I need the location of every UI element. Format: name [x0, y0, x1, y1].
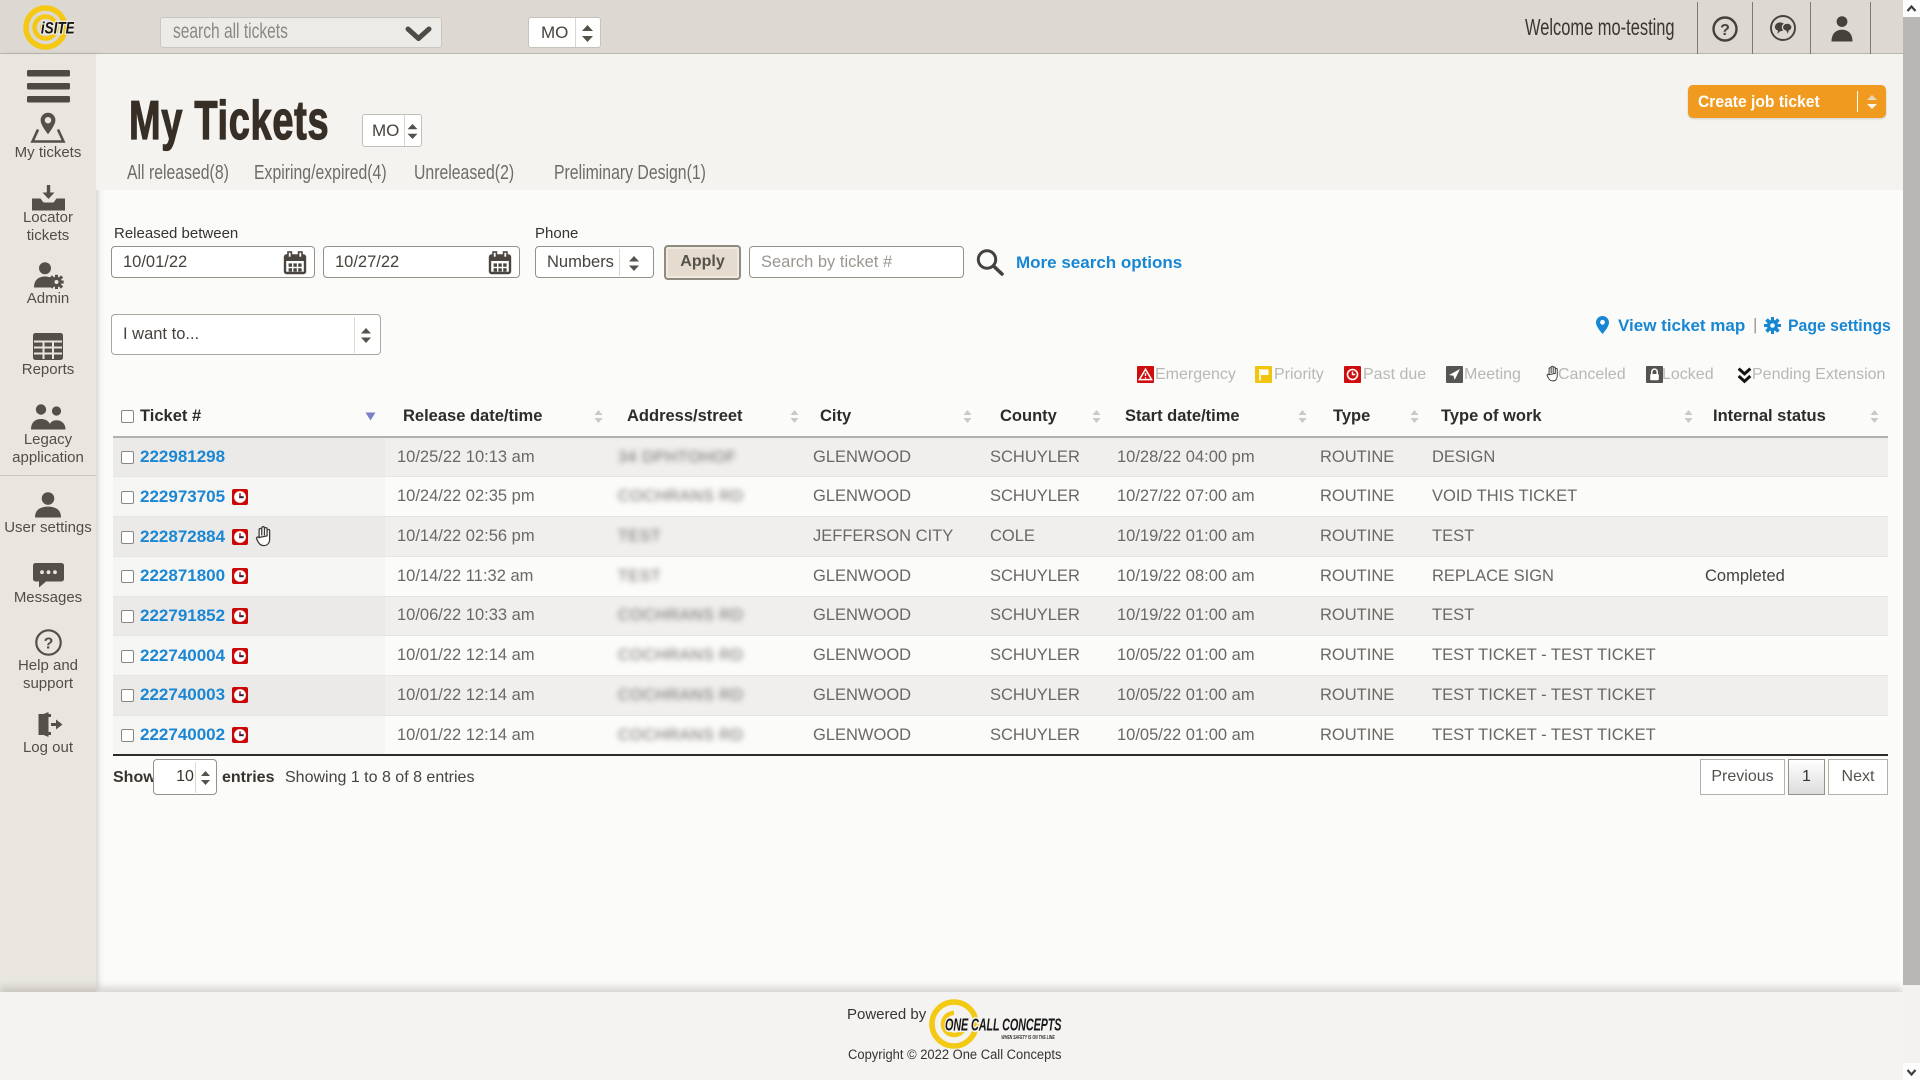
svg-text:iSITE: iSITE — [41, 19, 74, 38]
svg-text:ONE CALL CONCEPTS: ONE CALL CONCEPTS — [945, 1016, 1062, 1035]
svg-text:?: ? — [1720, 22, 1730, 39]
svg-text:WHEN SAFETY IS ON THE LINE: WHEN SAFETY IS ON THE LINE — [1001, 1034, 1055, 1040]
svg-text:?: ? — [43, 636, 53, 653]
